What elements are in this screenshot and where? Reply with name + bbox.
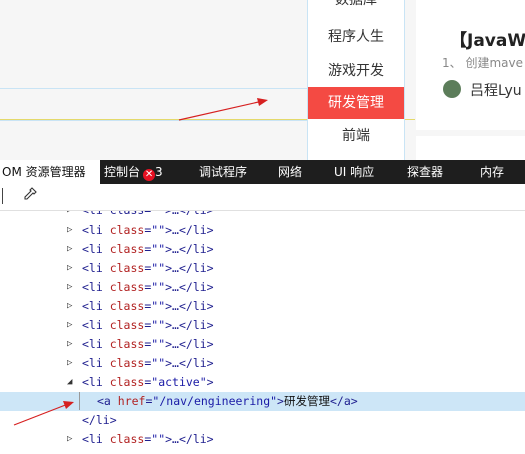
- expand-triangle-icon[interactable]: ▷: [67, 354, 77, 373]
- collapse-triangle-icon[interactable]: ◢: [67, 373, 77, 392]
- toolbar-edge: [0, 188, 3, 204]
- nav-item-4[interactable]: 前端: [308, 120, 404, 152]
- web-page-viewport: 数据库程序人生游戏开发研发管理前端 【JavaWe 1、 创建mave 吕程Ly…: [0, 0, 525, 160]
- devtools-tab-bar: OM 资源管理器 控制台 ✕ 3 调试程序 网络 UI 响应 探查器 内存: [0, 160, 525, 184]
- annotation-arrow-bottom: [13, 401, 74, 426]
- tab-profiler[interactable]: 探查器: [407, 160, 443, 184]
- expand-triangle-icon[interactable]: ▷: [67, 240, 77, 259]
- article-summary: 1、 创建mave: [442, 56, 523, 70]
- expand-triangle-icon[interactable]: ▷: [67, 297, 77, 316]
- dom-node-li[interactable]: ▷ <li class="">…</li>: [0, 335, 525, 354]
- nav-item-2[interactable]: 游戏开发: [308, 55, 404, 87]
- dom-node-li[interactable]: ▷ <li class="">…</li>: [0, 430, 525, 449]
- dom-node-li[interactable]: ▷ <li class="">…</li>: [0, 259, 525, 278]
- expand-triangle-icon[interactable]: ▷: [67, 211, 77, 220]
- next-article-card[interactable]: [416, 136, 525, 160]
- category-nav: 数据库程序人生 游戏开发 研发管理 前端: [307, 0, 405, 160]
- expand-triangle-icon[interactable]: ▷: [67, 430, 77, 449]
- eyedropper-icon[interactable]: [23, 187, 37, 205]
- console-error-count: 3: [155, 165, 163, 179]
- tab-debugger[interactable]: 调试程序: [199, 160, 247, 184]
- article-card[interactable]: 【JavaWe 1、 创建mave 吕程Lyu: [416, 0, 525, 130]
- expand-triangle-icon[interactable]: ▷: [67, 449, 77, 454]
- article-title[interactable]: 【JavaWe: [450, 26, 525, 51]
- author-avatar[interactable]: [443, 80, 461, 98]
- error-icon: ✕: [143, 169, 156, 181]
- expand-triangle-icon[interactable]: ▷: [67, 278, 77, 297]
- tab-memory[interactable]: 内存: [480, 160, 504, 184]
- nav-item-1[interactable]: 程序人生: [308, 21, 404, 53]
- dom-node-li[interactable]: ▷ <li class="">…</li>: [0, 316, 525, 335]
- dom-node-active-li[interactable]: ◢ <li class="active">: [0, 373, 525, 392]
- tab-dom-explorer[interactable]: OM 资源管理器: [0, 160, 100, 184]
- dom-node-li-cut[interactable]: ▷: [0, 449, 525, 454]
- expand-triangle-icon[interactable]: ▷: [67, 316, 77, 335]
- dom-node-li[interactable]: ▷ <li class="">…</li>: [0, 297, 525, 316]
- tab-ui-responsiveness[interactable]: UI 响应: [334, 160, 374, 184]
- tab-network[interactable]: 网络: [278, 160, 302, 184]
- dom-node-li[interactable]: ▷ <li class="">…</li>: [0, 278, 525, 297]
- nav-item-0[interactable]: 数据库: [308, 0, 404, 16]
- dom-node-li[interactable]: ▷ <li class="">…</li>: [0, 221, 525, 240]
- nav-item-active[interactable]: 研发管理: [308, 87, 404, 119]
- annotation-arrow-top: [178, 98, 268, 121]
- dom-node-li[interactable]: ▷ <li class="">…</li>: [0, 354, 525, 373]
- author-name[interactable]: 吕程Lyu: [470, 80, 522, 100]
- dom-node-partial[interactable]: ▷ <li class="">…</li>: [0, 211, 525, 220]
- dom-node-li[interactable]: ▷ <li class="">…</li>: [0, 240, 525, 259]
- expand-triangle-icon[interactable]: ▷: [67, 221, 77, 240]
- expand-triangle-icon[interactable]: ▷: [67, 335, 77, 354]
- dom-toolbar: [0, 184, 525, 211]
- tab-console[interactable]: 控制台 ✕ 3: [104, 160, 163, 184]
- expand-triangle-icon[interactable]: ▷: [67, 259, 77, 278]
